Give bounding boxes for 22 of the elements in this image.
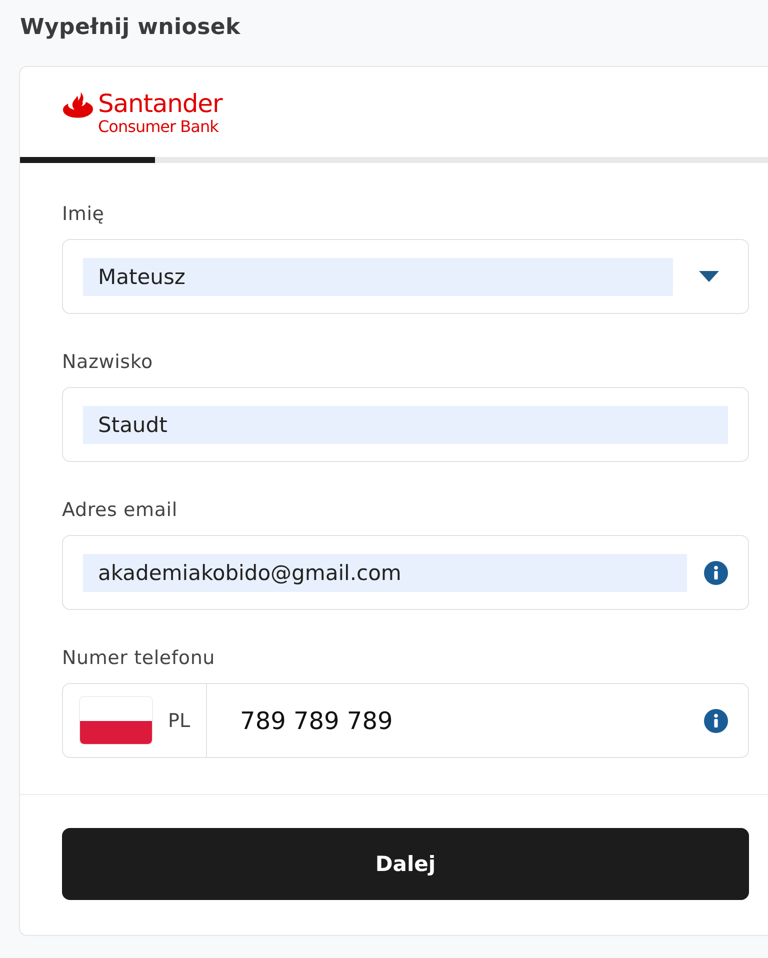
field-value: 789 789 789 <box>239 706 394 736</box>
info-icon[interactable] <box>704 708 728 732</box>
field-label: Numer telefonu <box>62 646 216 670</box>
flame-icon <box>63 92 93 118</box>
next-button[interactable]: Dalej <box>62 828 749 900</box>
autofilled-value: Staudt <box>83 406 728 444</box>
caret-icon[interactable] <box>699 271 719 282</box>
field-label: Nazwisko <box>62 350 153 374</box>
flag-icon <box>80 697 152 744</box>
input-field[interactable]: Staudt <box>62 387 749 462</box>
input-field[interactable]: akademiakobido@gmail.com <box>62 535 749 610</box>
brand-name: Santander <box>98 89 222 118</box>
country-selector[interactable]: PL <box>63 684 208 757</box>
info-icon[interactable] <box>704 560 728 584</box>
brand-tagline: Consumer Bank <box>98 118 218 136</box>
select-field[interactable]: Mateusz <box>62 239 749 314</box>
field-label: Imię <box>62 202 104 226</box>
page-title: Wypełnij wniosek <box>20 14 240 42</box>
autofilled-value: Mateusz <box>83 258 673 296</box>
field-label: Adres email <box>62 498 178 522</box>
autofilled-value: akademiakobido@gmail.com <box>83 554 687 592</box>
phone-field[interactable]: PL 789 789 789 <box>62 683 749 758</box>
